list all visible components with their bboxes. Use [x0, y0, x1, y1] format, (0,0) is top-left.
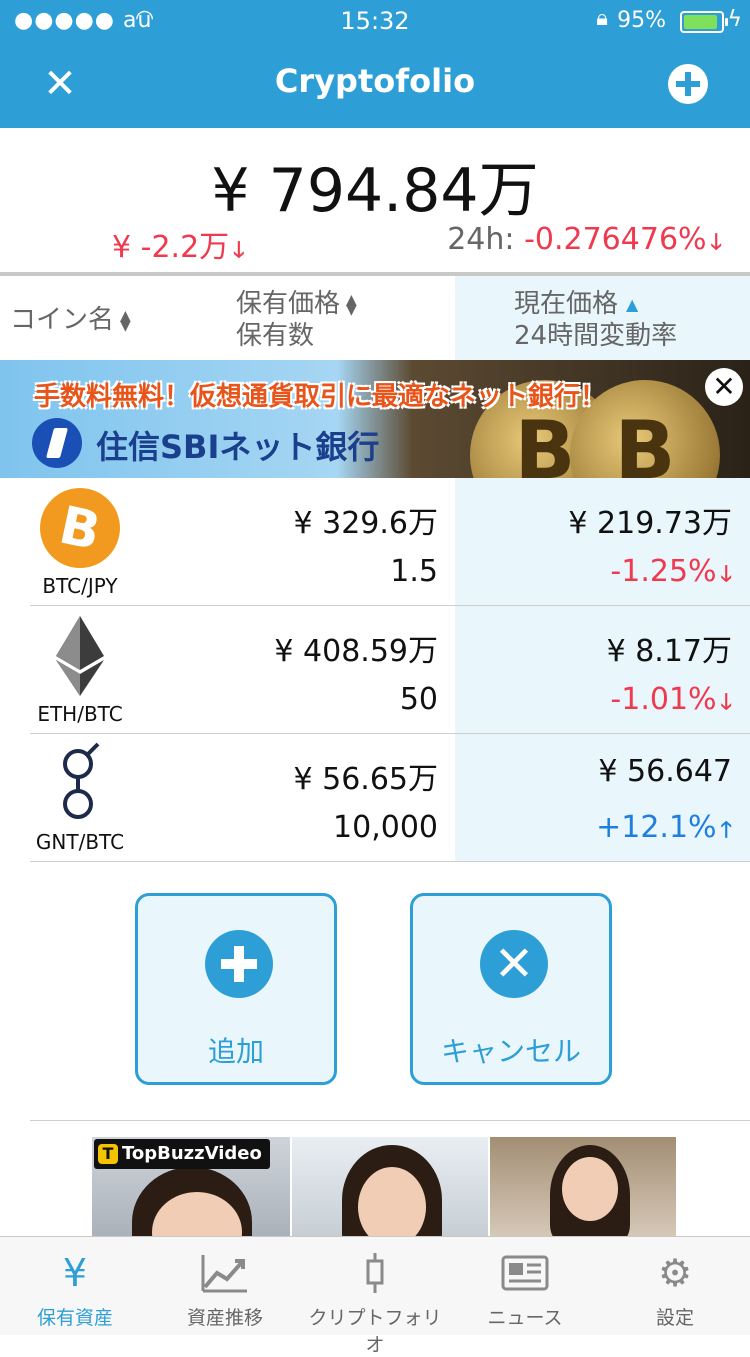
banner-close-button[interactable]: ✕: [705, 368, 743, 406]
rotation-lock-icon: 🔒︎: [596, 6, 608, 31]
sort-price[interactable]: 現在価格 ▲ 24時間変動率: [514, 288, 677, 352]
charging-icon: ϟ: [727, 7, 742, 32]
change-24h-header: 24時間変動率: [514, 321, 678, 351]
banner-brand: 住信SBIネット銀行: [96, 428, 380, 466]
current-price-header: 現在価格: [514, 289, 619, 319]
ad-thumbnail: [490, 1137, 676, 1237]
top-bar: ●●●●● au ◠ 15:32 🔒︎ 95% ϟ ✕ Cryptofolio: [0, 0, 750, 128]
current-price: ¥ 56.647: [598, 754, 732, 789]
sort-coin-name[interactable]: コイン名 ▲ ▼: [10, 304, 131, 336]
holding-row[interactable]: ETH/BTC ¥ 408.59万 50 ¥ 8.17万 -1.01% 🡓: [0, 606, 750, 734]
change-24h-label: 24h:: [447, 222, 515, 257]
holding-row[interactable]: B BTC/JPY ¥ 329.6万 1.5 ¥ 219.73万 -1.25% 🡓: [0, 478, 750, 606]
change-24h-value: -0.276476%: [524, 222, 707, 257]
portfolio-change-value: ¥ -2.2万: [112, 230, 230, 265]
holding-row[interactable]: GNT/BTC ¥ 56.65万 10,000 ¥ 56.647 +12.1% 🡑: [0, 734, 750, 862]
video-ad[interactable]: T TopBuzzVideo: [92, 1137, 676, 1237]
sort-icon: ▲ ▼: [346, 291, 357, 318]
topbuzz-logo-icon: T: [98, 1144, 118, 1164]
add-button[interactable]: [668, 64, 708, 104]
tab-label: 資産推移: [186, 1307, 263, 1329]
change-24h-value: -1.25%: [610, 554, 717, 589]
change-24h: +12.1% 🡑: [596, 810, 732, 851]
add-coin-label: 追加: [207, 1035, 264, 1068]
portfolio-change-24h: 24h: -0.276476% 🡓: [447, 222, 722, 263]
battery-icon: [680, 11, 728, 33]
chart-icon: [150, 1251, 300, 1295]
holding-qty-header: 保有数: [236, 321, 315, 351]
tab-cryptofolio[interactable]: クリプトフォリオ: [300, 1237, 450, 1356]
ad-brand-label: TopBuzzVideo: [122, 1143, 262, 1164]
banner-ad[interactable]: B B 手数料無料！仮想通貨取引に最適なネット銀行！ 住信SBIネット銀行: [0, 360, 750, 478]
sbi-logo-icon: [32, 418, 82, 468]
sort-icon: ▲ ▼: [120, 307, 131, 334]
held-quantity: 1.5: [390, 554, 438, 589]
bitcoin-icon: B: [40, 488, 120, 568]
golem-icon: [63, 742, 100, 819]
holding-value-header: 保有価格: [236, 289, 341, 319]
cancel-label: キャンセル: [440, 1035, 581, 1068]
coin-symbol: GNT/BTC: [35, 830, 125, 854]
status-bar: ●●●●● au ◠ 15:32 🔒︎ 95% ϟ: [0, 0, 750, 40]
tab-holdings[interactable]: ¥ 保有資産: [0, 1237, 150, 1335]
change-24h: -1.01% 🡓: [610, 682, 732, 723]
held-quantity: 10,000: [333, 810, 438, 845]
held-quantity: 50: [399, 682, 438, 717]
change-24h: -1.25% 🡓: [610, 554, 732, 595]
current-price: ¥ 8.17万: [606, 634, 732, 669]
held-value: ¥ 56.65万: [293, 762, 438, 797]
add-coin-button[interactable]: 追加: [135, 893, 337, 1085]
sort-holding[interactable]: 保有価格 ▲ ▼ 保有数: [236, 288, 357, 352]
divider: [30, 1120, 750, 1121]
arrow-down-icon: 🡓: [710, 230, 722, 255]
tab-label: 設定: [655, 1307, 694, 1329]
held-value: ¥ 408.59万: [274, 634, 438, 669]
tab-label: ニュース: [487, 1307, 563, 1329]
ad-brand-badge: T TopBuzzVideo: [94, 1139, 270, 1169]
coin-symbol: BTC/JPY: [42, 574, 118, 598]
close-circle-icon: ✕: [480, 930, 548, 998]
held-value: ¥ 329.6万: [293, 506, 438, 541]
cancel-button[interactable]: ✕ キャンセル: [410, 893, 612, 1085]
yen-icon: ¥: [62, 1251, 88, 1295]
banner-headline: 手数料無料！仮想通貨取引に最適なネット銀行！: [34, 382, 607, 412]
change-24h-value: +12.1%: [596, 810, 717, 845]
tab-asset-history[interactable]: 資産推移: [150, 1237, 300, 1335]
portfolio-total: ¥ 794.84万: [211, 156, 539, 226]
battery-percent: 95%: [617, 8, 666, 33]
coin-symbol: ETH/BTC: [37, 702, 123, 726]
sort-asc-icon: ▲: [626, 294, 639, 314]
arrow-down-icon: 🡓: [720, 562, 732, 587]
column-headers: コイン名 ▲ ▼ 保有価格 ▲ ▼ 保有数 現在価格 ▲ 24時間変動率: [0, 276, 750, 360]
arrow-down-icon: 🡓: [233, 238, 245, 263]
tab-news[interactable]: ニュース: [450, 1237, 600, 1335]
current-price: ¥ 219.73万: [568, 506, 732, 541]
tab-label: クリプトフォリオ: [308, 1307, 442, 1356]
tab-label: 保有資産: [36, 1307, 113, 1329]
plus-circle-icon: [205, 930, 273, 998]
newspaper-icon: [450, 1251, 600, 1295]
gear-icon: ⚙: [657, 1251, 693, 1295]
change-24h-value: -1.01%: [610, 682, 717, 717]
tab-settings[interactable]: ⚙ 設定: [600, 1237, 750, 1335]
arrow-down-icon: 🡓: [720, 690, 732, 715]
arrow-up-icon: 🡑: [720, 818, 732, 843]
tab-bar: ¥ 保有資産 資産推移 クリプトフォリオ ニュース ⚙ 設定: [0, 1236, 750, 1356]
candlestick-icon: [300, 1251, 450, 1295]
portfolio-change: ¥ -2.2万 🡓: [112, 222, 245, 271]
coin-name-header: コイン名: [10, 305, 115, 335]
page-title: Cryptofolio: [274, 62, 476, 100]
ad-thumbnail: [292, 1137, 488, 1237]
ethereum-icon: [56, 616, 104, 696]
